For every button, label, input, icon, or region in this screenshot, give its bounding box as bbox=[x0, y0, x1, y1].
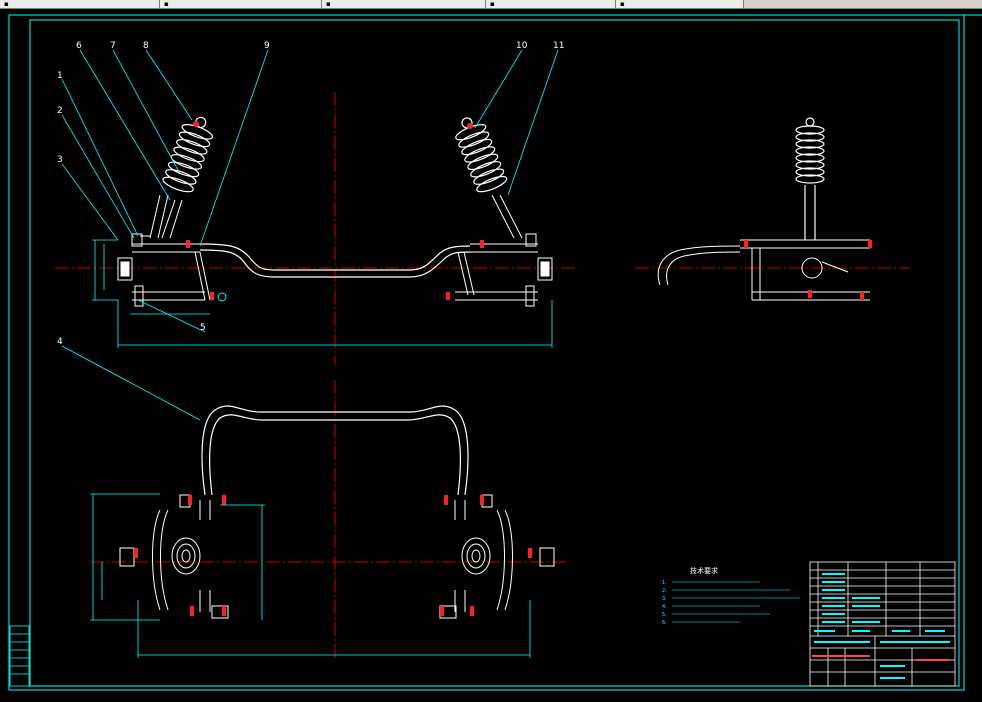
callout-label: 4 bbox=[57, 337, 63, 347]
callout-label: 3 bbox=[57, 155, 63, 165]
note-line: 2. bbox=[662, 588, 667, 594]
document-tab[interactable]: ▪ bbox=[160, 0, 322, 8]
callout-label: 8 bbox=[143, 41, 149, 51]
canvas-background bbox=[0, 9, 982, 698]
drawing-file-icon: ▪ bbox=[490, 0, 495, 8]
callout-label: 6 bbox=[76, 41, 82, 51]
notes-title: 技术要求 bbox=[690, 566, 718, 575]
callout-label: 5 bbox=[200, 323, 206, 333]
callout-label: 7 bbox=[110, 41, 116, 51]
note-line: 1. bbox=[662, 580, 667, 586]
cad-drawing: 1 2 3 4 5 6 7 8 9 10 11 技术要求 1. 2. 3. 4.… bbox=[0, 9, 982, 698]
drawing-file-icon: ▪ bbox=[620, 0, 625, 8]
note-line: 6. bbox=[662, 620, 667, 626]
drawing-file-icon: ▪ bbox=[326, 0, 331, 8]
document-tab-bar: ▪ ▪ ▪ ▪ ▪ bbox=[0, 0, 982, 9]
drawing-canvas[interactable]: 1 2 3 4 5 6 7 8 9 10 11 技术要求 1. 2. 3. 4.… bbox=[0, 9, 982, 698]
drawing-file-icon: ▪ bbox=[164, 0, 169, 8]
callout-label: 1 bbox=[57, 71, 63, 81]
callout-label: 11 bbox=[553, 41, 564, 51]
document-tab[interactable]: ▪ bbox=[322, 0, 486, 8]
document-tab[interactable]: ▪ bbox=[0, 0, 160, 8]
callout-label: 9 bbox=[264, 41, 270, 51]
note-line: 5. bbox=[662, 612, 667, 618]
note-line: 4. bbox=[662, 604, 667, 610]
callout-label: 2 bbox=[57, 106, 63, 116]
note-line: 3. bbox=[662, 596, 667, 602]
document-tab[interactable]: ▪ bbox=[486, 0, 616, 8]
callout-label: 10 bbox=[516, 41, 528, 51]
document-tab[interactable]: ▪ bbox=[616, 0, 744, 8]
drawing-file-icon: ▪ bbox=[4, 0, 9, 8]
